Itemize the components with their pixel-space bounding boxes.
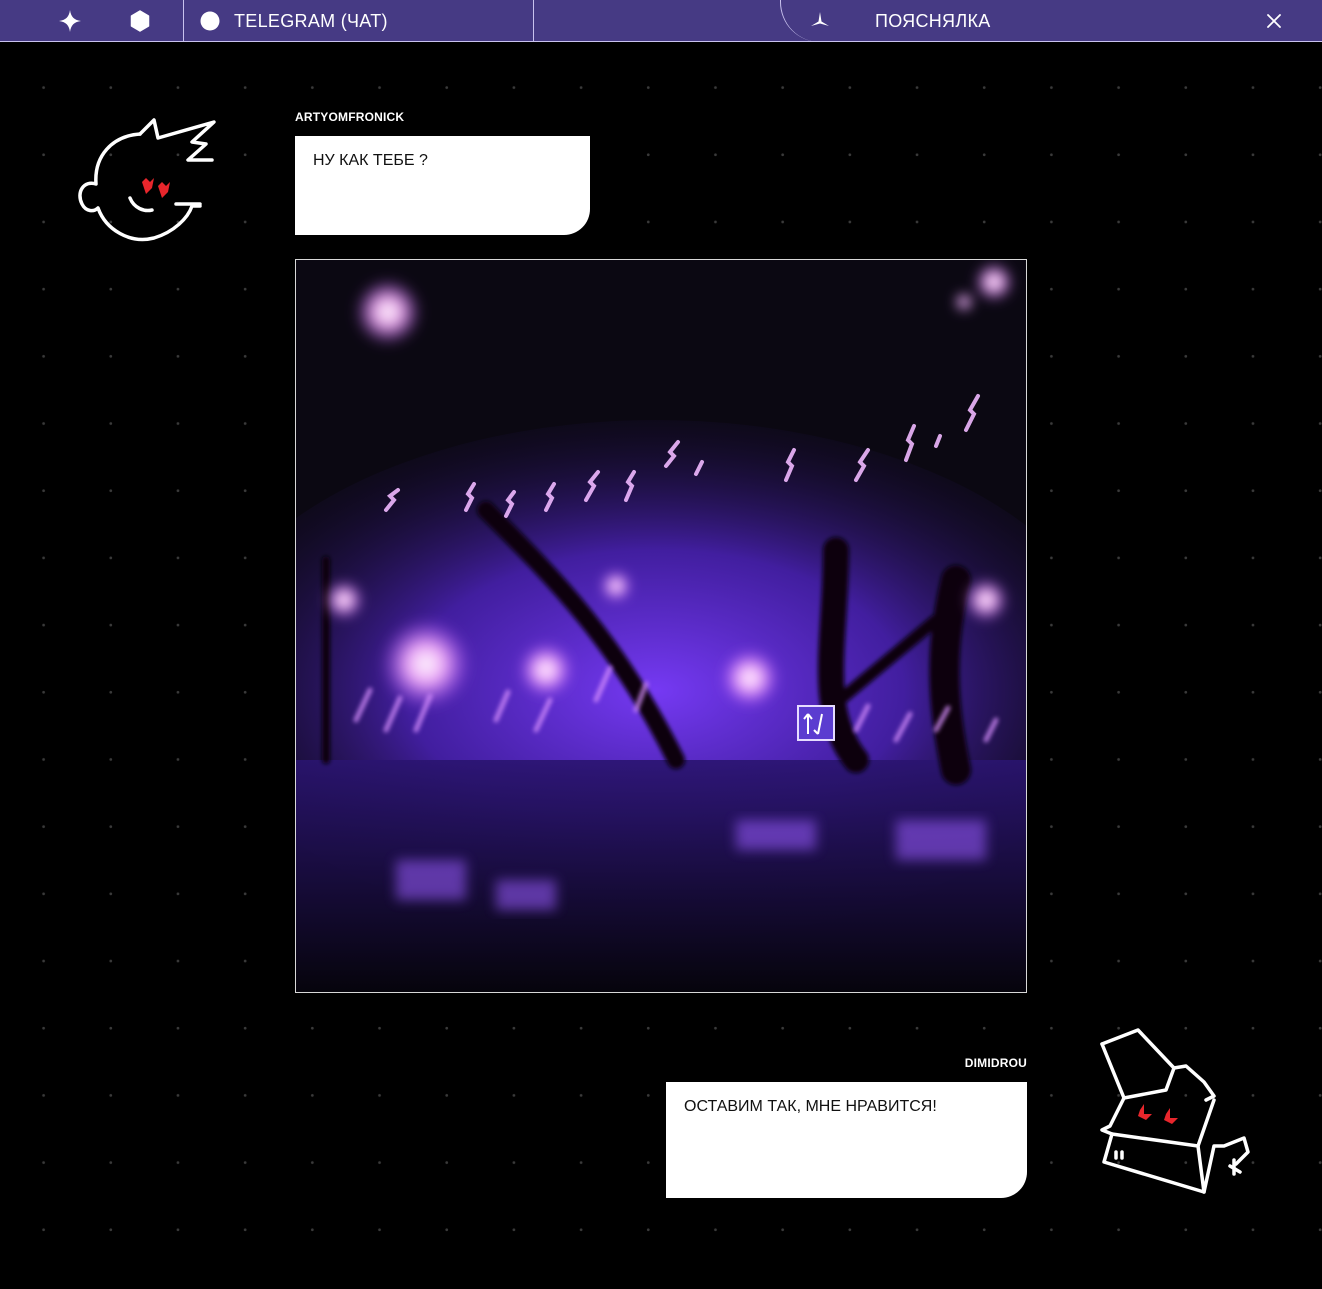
close-icon: [1267, 14, 1281, 28]
message-text: НУ КАК ТЕБЕ ?: [313, 152, 428, 169]
tab-telegram-chat-label: TELEGRAM (ЧАТ): [234, 10, 388, 31]
close-button[interactable]: [1259, 0, 1289, 42]
top-bar: TELEGRAM (ЧАТ) ПОЯСНЯЛКА: [0, 0, 1322, 42]
hexagon-icon: [130, 10, 150, 32]
panel-title-label: ПОЯСНЯЛКА: [875, 10, 991, 31]
chat-photo[interactable]: [295, 259, 1027, 993]
avatar-artyomfronick[interactable]: [72, 112, 222, 248]
heart-eyes-icon: [142, 178, 170, 198]
message-bubble: НУ КАК ТЕБЕ ?: [295, 136, 590, 235]
message-author: DIMIDROU: [964, 1056, 1027, 1070]
panel-title: ПОЯСНЯЛКА: [875, 0, 1075, 42]
tri-star-icon: [811, 12, 829, 26]
avatar-dimidrou[interactable]: [1094, 1026, 1254, 1202]
night-street-photo: [296, 260, 1026, 992]
explainer-panel-header: ПОЯСНЯЛКА: [780, 0, 1322, 42]
tab-telegram-chat[interactable]: TELEGRAM (ЧАТ): [184, 0, 533, 42]
tri-star-button[interactable]: [805, 0, 835, 42]
hexagon-button[interactable]: [112, 0, 168, 42]
message-bubble: ОСТАВИМ ТАК, МНЕ НРАВИТСЯ!: [666, 1082, 1027, 1198]
sparkle-icon: [59, 10, 81, 32]
message-text: ОСТАВИМ ТАК, МНЕ НРАВИТСЯ!: [684, 1098, 937, 1115]
road-sign: [797, 705, 835, 741]
topbar-divider: [533, 0, 534, 42]
message-author: ARTYOMFRONICK: [295, 110, 405, 124]
circle-icon: [200, 11, 220, 31]
sparkle-button[interactable]: [42, 0, 98, 42]
heart-eyes-icon: [1138, 1104, 1178, 1124]
